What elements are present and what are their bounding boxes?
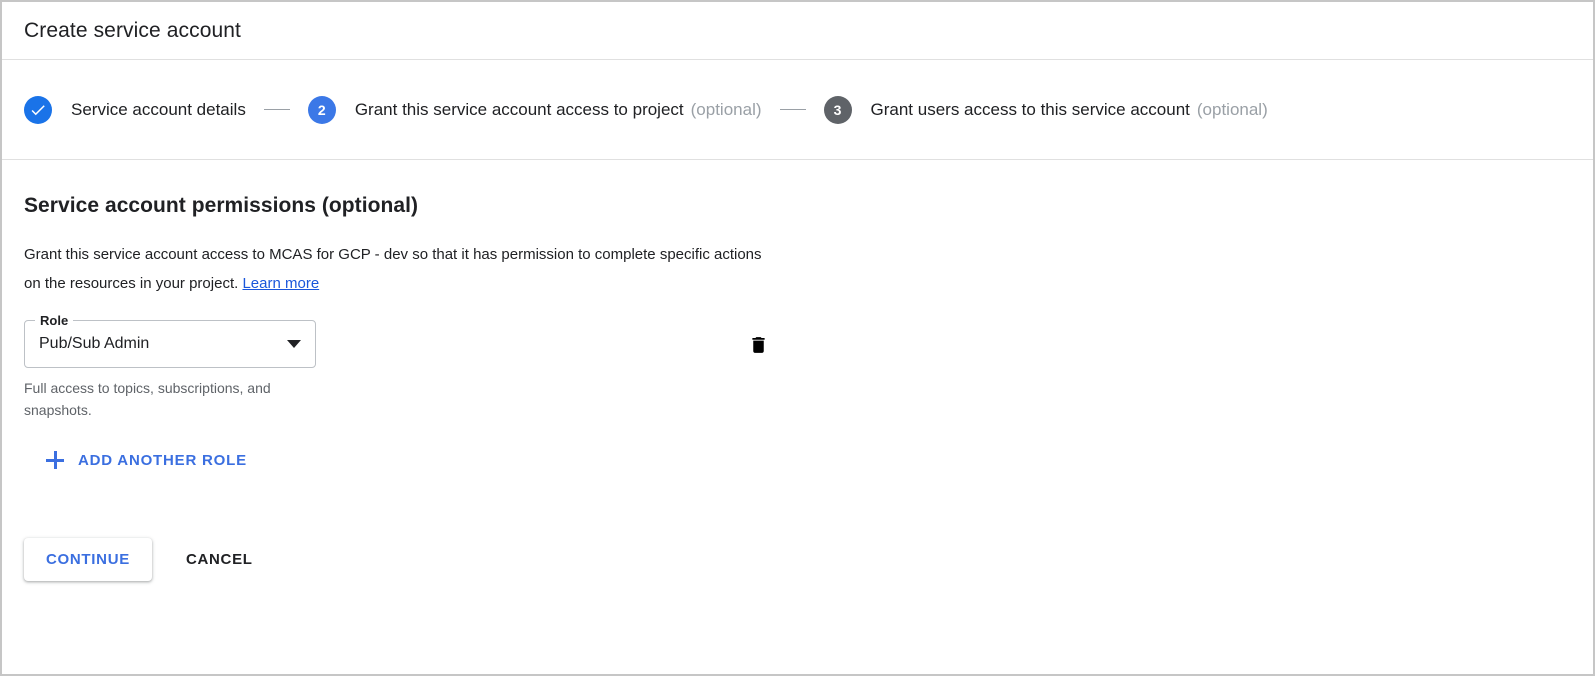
learn-more-link[interactable]: Learn more xyxy=(242,275,319,292)
cancel-button[interactable]: CANCEL xyxy=(168,538,271,581)
continue-button[interactable]: CONTINUE xyxy=(24,538,152,581)
role-row: Role Pub/Sub Admin Full access to topics… xyxy=(24,313,1571,421)
section-title: Service account permissions (optional) xyxy=(24,194,418,217)
add-another-role-button[interactable]: ADD ANOTHER ROLE xyxy=(40,443,255,477)
add-another-role-label: ADD ANOTHER ROLE xyxy=(78,451,247,469)
step-2-optional-tag: (optional) xyxy=(690,99,762,119)
step-1-badge-check-icon xyxy=(24,95,52,124)
stepper-step-1[interactable]: Service account details xyxy=(24,95,246,124)
step-connector-2 xyxy=(779,109,806,110)
step-3-optional-tag: (optional) xyxy=(1196,99,1268,119)
step-connector-1 xyxy=(263,109,290,110)
step-2-label: Grant this service account access to pro… xyxy=(354,100,684,119)
delete-role-button[interactable] xyxy=(736,324,780,368)
role-field: Role Pub/Sub Admin Full access to topics… xyxy=(24,313,316,421)
section-description: Grant this service account access to MCA… xyxy=(24,240,764,298)
dialog-content: Service account permissions (optional) G… xyxy=(2,160,1593,581)
step-3-badge: 3 xyxy=(823,95,852,124)
dialog-header: Create service account xyxy=(2,2,1593,60)
role-helper-text: Full access to topics, subscriptions, an… xyxy=(24,380,271,418)
role-select-value: Pub/Sub Admin xyxy=(39,335,150,352)
chevron-down-icon xyxy=(287,340,301,348)
stepper: Service account details 2 Grant this ser… xyxy=(2,60,1593,160)
stepper-step-2[interactable]: 2 Grant this service account access to p… xyxy=(307,95,762,124)
step-1-label: Service account details xyxy=(71,100,246,119)
create-service-account-dialog: Create service account Service account d… xyxy=(0,0,1595,676)
section-description-text: Grant this service account access to MCA… xyxy=(24,246,762,292)
role-select[interactable]: Role Pub/Sub Admin xyxy=(24,313,316,368)
step-2-badge: 2 xyxy=(307,95,336,124)
stepper-step-3[interactable]: 3 Grant users access to this service acc… xyxy=(823,95,1268,124)
action-bar: CONTINUE CANCEL xyxy=(24,538,1571,581)
trash-icon xyxy=(748,333,769,360)
plus-icon xyxy=(46,451,64,469)
step-3-label: Grant users access to this service accou… xyxy=(870,100,1190,119)
page-title: Create service account xyxy=(24,19,241,42)
role-select-label: Role xyxy=(35,313,74,329)
